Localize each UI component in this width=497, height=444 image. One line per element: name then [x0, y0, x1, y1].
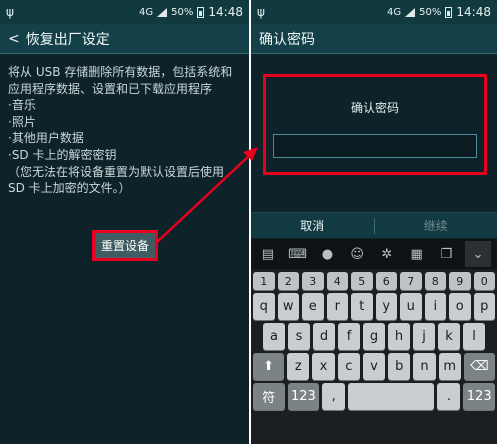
- key-q[interactable]: q: [253, 293, 275, 320]
- key-l[interactable]: l: [463, 323, 485, 350]
- key-s[interactable]: s: [288, 323, 310, 350]
- emoji-icon[interactable]: ☺: [346, 247, 368, 262]
- backspace-icon[interactable]: ⌫: [463, 353, 496, 380]
- key-0[interactable]: 0: [473, 272, 495, 290]
- battery-label: 50%: [419, 6, 442, 18]
- status-bar: ψ 4G 50% 14:48: [0, 0, 249, 24]
- right-screen: ψ 4G 50% 14:48 确认密码 确认密码 取消 继续 ▤ ⌨ ● ☺ ✲…: [251, 0, 497, 444]
- key-7[interactable]: 7: [400, 272, 422, 290]
- list-item: ·音乐: [8, 98, 36, 113]
- left-screen: ψ 4G 50% 14:48 < 恢复出厂设定 将从 USB 存储删除所有数据，…: [0, 0, 249, 444]
- key-p[interactable]: p: [473, 293, 495, 320]
- usb-icon: ψ: [257, 5, 265, 19]
- warning-note: （您无法在将设备重置为默认设置后使用 SD 卡上加密的文件。）: [8, 164, 225, 196]
- gear-icon[interactable]: ✲: [376, 247, 398, 262]
- key-8[interactable]: 8: [424, 272, 446, 290]
- key-n[interactable]: n: [413, 353, 436, 380]
- copy-icon[interactable]: ❐: [435, 247, 457, 262]
- key-e[interactable]: e: [302, 293, 324, 320]
- key-4[interactable]: 4: [326, 272, 348, 290]
- password-dialog: 确认密码: [263, 74, 487, 175]
- key-period[interactable]: .: [437, 383, 461, 410]
- chevron-down-icon[interactable]: ⌄: [465, 241, 492, 267]
- page-title: 确认密码: [259, 31, 315, 48]
- list-item: ·其他用户数据: [8, 131, 84, 146]
- key-z[interactable]: z: [287, 353, 310, 380]
- key-c[interactable]: c: [337, 353, 360, 380]
- letter-row-2: a s d f g h j k l: [251, 323, 497, 350]
- key-t[interactable]: t: [351, 293, 373, 320]
- network-label: 4G: [387, 6, 402, 18]
- network-label: 4G: [139, 6, 154, 18]
- keyboard-toolbar: ▤ ⌨ ● ☺ ✲ ▦ ❐ ⌄: [251, 239, 497, 269]
- continue-button[interactable]: 继续: [375, 217, 497, 234]
- template-icon[interactable]: ▦: [406, 247, 428, 262]
- signal-icon: [405, 7, 416, 17]
- bottom-row: 符 123 , . 123: [251, 383, 497, 410]
- clock: 14:48: [208, 5, 243, 19]
- back-icon[interactable]: <: [8, 31, 20, 47]
- key-6[interactable]: 6: [375, 272, 397, 290]
- keyboard-icon[interactable]: ⌨: [287, 247, 309, 262]
- letter-row-3: ⬆ z x c v b n m ⌫: [251, 353, 497, 380]
- battery-label: 50%: [171, 6, 194, 18]
- key-j[interactable]: j: [413, 323, 435, 350]
- key-u[interactable]: u: [400, 293, 422, 320]
- password-input[interactable]: [273, 134, 477, 158]
- key-a[interactable]: a: [263, 323, 285, 350]
- dialog-actions: 取消 继续: [251, 212, 497, 238]
- dialog-title: 确认密码: [350, 101, 399, 115]
- letter-row-1: q w e r t y u i o p: [251, 293, 497, 320]
- status-bar: ψ 4G 50% 14:48: [251, 0, 497, 24]
- page-title: 恢复出厂设定: [25, 31, 110, 48]
- key-b[interactable]: b: [388, 353, 411, 380]
- app-bar: 确认密码: [251, 24, 497, 54]
- key-x[interactable]: x: [312, 353, 335, 380]
- list-item: ·SD 卡上的解密密钥: [8, 147, 117, 162]
- key-9[interactable]: 9: [449, 272, 471, 290]
- key-2[interactable]: 2: [277, 272, 299, 290]
- key-y[interactable]: y: [375, 293, 397, 320]
- key-o[interactable]: o: [449, 293, 471, 320]
- number-row: 1 2 3 4 5 6 7 8 9 0: [251, 272, 497, 290]
- key-3[interactable]: 3: [302, 272, 324, 290]
- usb-icon: ψ: [6, 5, 14, 19]
- key-d[interactable]: d: [313, 323, 335, 350]
- numeric-mode-key[interactable]: 123: [287, 383, 320, 410]
- key-g[interactable]: g: [363, 323, 385, 350]
- key-m[interactable]: m: [438, 353, 461, 380]
- key-w[interactable]: w: [277, 293, 299, 320]
- reset-device-button[interactable]: 重置设备: [92, 230, 158, 261]
- app-bar: < 恢复出厂设定: [0, 24, 249, 54]
- key-i[interactable]: i: [424, 293, 446, 320]
- reset-description: 将从 USB 存储删除所有数据，包括系统和应用程序数据、设置和已下载应用程序 ·…: [0, 54, 249, 197]
- key-v[interactable]: v: [362, 353, 386, 380]
- cancel-button[interactable]: 取消: [251, 217, 374, 234]
- list-item: ·照片: [8, 114, 36, 129]
- key-h[interactable]: h: [388, 323, 410, 350]
- shift-icon[interactable]: ⬆: [253, 353, 285, 380]
- battery-icon: [445, 6, 453, 18]
- keyboard: ▤ ⌨ ● ☺ ✲ ▦ ❐ ⌄ 1 2 3 4 5 6 7 8 9 0 q w …: [251, 239, 497, 444]
- space-key[interactable]: [348, 383, 435, 410]
- key-comma[interactable]: ,: [322, 383, 346, 410]
- key-1[interactable]: 1: [253, 272, 275, 290]
- key-k[interactable]: k: [438, 323, 460, 350]
- clipboard-icon[interactable]: ▤: [257, 247, 279, 262]
- key-r[interactable]: r: [326, 293, 348, 320]
- battery-icon: [197, 6, 205, 18]
- mic-icon[interactable]: ●: [316, 247, 338, 262]
- symbol-key[interactable]: 符: [253, 383, 285, 410]
- clock: 14:48: [456, 5, 491, 19]
- key-f[interactable]: f: [338, 323, 360, 350]
- signal-icon: [157, 7, 168, 17]
- description-main: 将从 USB 存储删除所有数据，包括系统和应用程序数据、设置和已下载应用程序: [8, 65, 233, 96]
- key-5[interactable]: 5: [351, 272, 373, 290]
- numeric-mode-key-right[interactable]: 123: [463, 383, 495, 410]
